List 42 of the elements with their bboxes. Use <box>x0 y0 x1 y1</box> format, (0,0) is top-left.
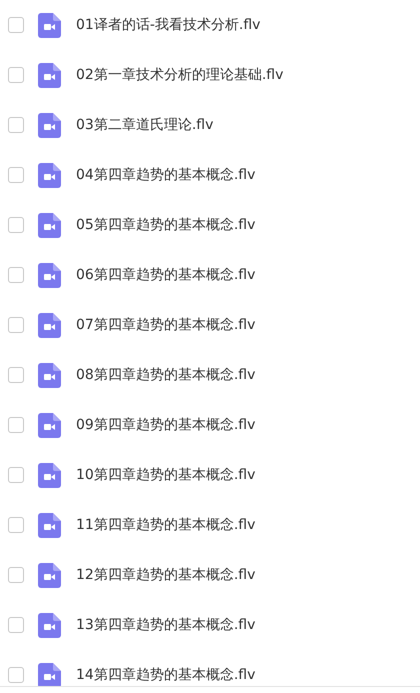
file-name[interactable]: 02第一章技术分析的理论基础.flv <box>76 66 284 84</box>
file-name[interactable]: 08第四章趋势的基本概念.flv <box>76 366 256 384</box>
video-file-icon <box>38 562 61 588</box>
file-name[interactable]: 05第四章趋势的基本概念.flv <box>76 216 256 234</box>
file-name[interactable]: 12第四章趋势的基本概念.flv <box>76 566 256 584</box>
checkbox[interactable] <box>8 17 24 33</box>
file-name[interactable]: 13第四章趋势的基本概念.flv <box>76 616 256 634</box>
video-file-icon <box>38 62 61 88</box>
file-name[interactable]: 11第四章趋势的基本概念.flv <box>76 516 256 534</box>
checkbox[interactable] <box>8 217 24 233</box>
video-file-icon <box>38 662 61 686</box>
checkbox[interactable] <box>8 267 24 283</box>
file-name[interactable]: 10第四章趋势的基本概念.flv <box>76 466 256 484</box>
file-name[interactable]: 09第四章趋势的基本概念.flv <box>76 416 256 434</box>
file-name[interactable]: 04第四章趋势的基本概念.flv <box>76 166 256 184</box>
video-file-icon <box>38 212 61 238</box>
video-file-icon <box>38 312 61 338</box>
video-file-icon <box>38 462 61 488</box>
video-file-icon <box>38 512 61 538</box>
video-file-icon <box>38 162 61 188</box>
video-file-icon <box>38 262 61 288</box>
checkbox[interactable] <box>8 667 24 683</box>
checkbox[interactable] <box>8 517 24 533</box>
checkbox[interactable] <box>8 467 24 483</box>
file-name[interactable]: 06第四章趋势的基本概念.flv <box>76 266 256 284</box>
checkbox[interactable] <box>8 317 24 333</box>
file-name[interactable]: 14第四章趋势的基本概念.flv <box>76 666 256 684</box>
video-file-icon <box>38 12 61 38</box>
video-file-icon <box>38 362 61 388</box>
file-name[interactable]: 07第四章趋势的基本概念.flv <box>76 316 256 334</box>
file-name[interactable]: 03第二章道氏理论.flv <box>76 116 214 134</box>
file-name[interactable]: 01译者的话-我看技术分析.flv <box>76 16 260 34</box>
checkbox[interactable] <box>8 567 24 583</box>
checkbox[interactable] <box>8 117 24 133</box>
video-file-icon <box>38 412 61 438</box>
checkbox[interactable] <box>8 367 24 383</box>
checkbox[interactable] <box>8 67 24 83</box>
video-file-icon <box>38 112 61 138</box>
checkbox[interactable] <box>8 617 24 633</box>
checkbox[interactable] <box>8 417 24 433</box>
checkbox[interactable] <box>8 167 24 183</box>
video-file-icon <box>38 612 61 638</box>
